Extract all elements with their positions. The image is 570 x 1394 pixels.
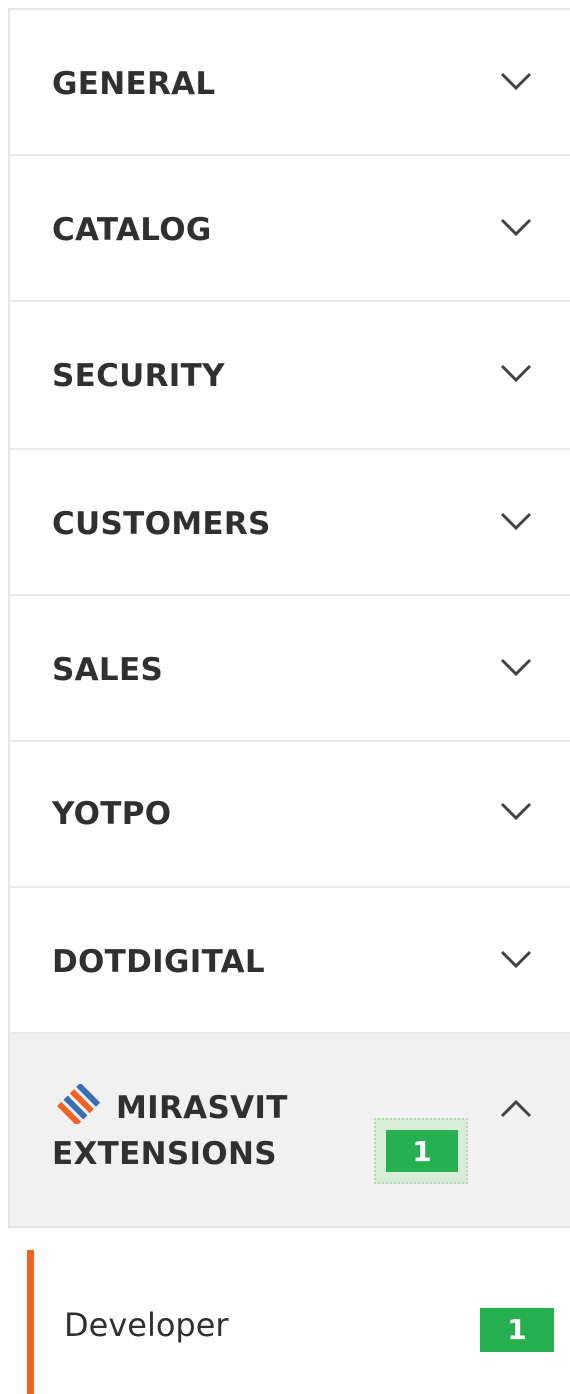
chevron-up-icon [498, 1098, 534, 1120]
chevron-down-icon [498, 362, 534, 384]
mirasvit-logo-icon [52, 1082, 106, 1126]
section-general[interactable]: GENERAL [8, 10, 570, 156]
notification-badge: 1 [386, 1130, 458, 1172]
chevron-down-icon [498, 70, 534, 92]
section-security[interactable]: SECURITY [8, 302, 570, 450]
chevron-down-icon [498, 510, 534, 532]
section-sales[interactable]: SALES [8, 596, 570, 742]
section-title: GENERAL [52, 66, 216, 102]
section-catalog[interactable]: CATALOG [8, 156, 570, 302]
section-title: YOTPO [52, 796, 172, 832]
section-title-line1: MIRASVIT [116, 1090, 288, 1126]
section-title: MIRASVIT EXTENSIONS [52, 1082, 288, 1177]
section-title: SECURITY [52, 358, 225, 394]
section-title: DOTDIGITAL [52, 944, 265, 980]
config-sidebar: GENERAL CATALOG SECURITY CUSTOMERS SALES… [0, 0, 570, 1394]
chevron-down-icon [498, 656, 534, 678]
section-title: SALES [52, 652, 164, 688]
section-mirasvit-extensions[interactable]: MIRASVIT EXTENSIONS 1 [8, 1034, 570, 1228]
section-title: CATALOG [52, 212, 212, 248]
chevron-down-icon [498, 948, 534, 970]
section-title-line2: EXTENSIONS [52, 1136, 277, 1172]
section-dotdigital[interactable]: DOTDIGITAL [8, 888, 570, 1034]
chevron-down-icon [498, 216, 534, 238]
notification-badge: 1 [480, 1308, 554, 1352]
section-yotpo[interactable]: YOTPO [8, 742, 570, 888]
chevron-down-icon [498, 800, 534, 822]
sub-item-label: Developer [64, 1306, 229, 1344]
sub-item-developer[interactable]: Developer 1 [27, 1250, 570, 1394]
section-customers[interactable]: CUSTOMERS [8, 450, 570, 596]
section-title: CUSTOMERS [52, 506, 271, 542]
